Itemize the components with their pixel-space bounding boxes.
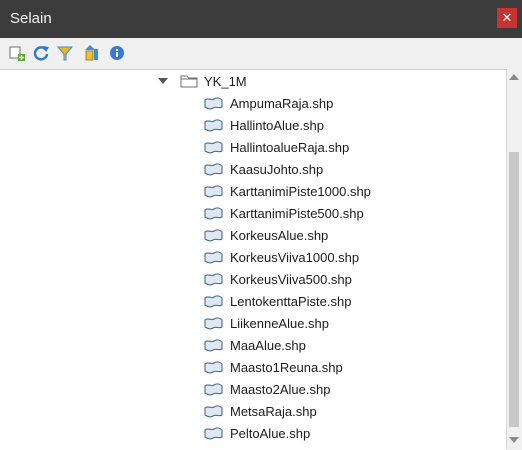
polygon-layer-icon (204, 273, 223, 286)
tree-item-file[interactable]: PeltoAlue.shp (202, 422, 310, 444)
refresh-icon (33, 46, 49, 61)
file-label: Maasto2Alue.shp (230, 381, 331, 397)
scrollbar-thumb[interactable] (509, 152, 519, 427)
scroll-up-icon[interactable] (509, 74, 519, 80)
file-label: KorkeusViiva500.shp (230, 271, 352, 287)
collapse-arrow-icon[interactable] (158, 78, 168, 84)
folder-label: YK_1M (204, 73, 247, 89)
tree-item-file[interactable]: KorkeusViiva500.shp (202, 268, 352, 290)
file-label: AmpumaRaja.shp (230, 95, 334, 111)
folder-icon (180, 75, 198, 88)
title-bar: Selain ✕ (0, 0, 522, 38)
polygon-layer-icon (204, 141, 223, 154)
properties-button[interactable] (108, 44, 126, 62)
tree-item-file[interactable]: KaasuJohto.shp (202, 158, 323, 180)
file-label: KaasuJohto.shp (230, 161, 324, 177)
polygon-layer-icon (204, 295, 223, 308)
tree-item-file[interactable]: KarttanimiPiste1000.shp (202, 180, 371, 202)
polygon-layer-icon (204, 229, 223, 242)
polygon-layer-icon (204, 405, 223, 418)
polygon-layer-icon (204, 361, 223, 374)
collapse-all-button[interactable] (83, 44, 101, 62)
info-icon (110, 46, 124, 60)
file-label: HallintoAlue.shp (230, 117, 324, 133)
file-label: Maasto1Reuna.shp (230, 359, 343, 375)
window-title: Selain (10, 10, 52, 27)
file-label: LiikenneAlue.shp (230, 315, 330, 331)
tree-item-folder[interactable]: YK_1M (180, 70, 247, 92)
tree-item-file[interactable]: Maasto2Alue.shp (202, 378, 330, 400)
polygon-layer-icon (204, 185, 223, 198)
tree-item-file[interactable]: MaaAlue.shp (202, 334, 306, 356)
polygon-layer-icon (204, 383, 223, 396)
file-label: KorkeusViiva1000.shp (230, 249, 360, 265)
file-label: HallintoalueRaja.shp (230, 139, 350, 155)
add-layer-icon (9, 46, 25, 61)
file-label: KarttanimiPiste1000.shp (230, 183, 371, 199)
tree-item-file[interactable]: HallintoAlue.shp (202, 114, 324, 136)
polygon-layer-icon (204, 317, 223, 330)
tree-item-file[interactable]: HallintoalueRaja.shp (202, 136, 349, 158)
file-label: PeltoAlue.shp (230, 425, 311, 441)
polygon-layer-icon (204, 339, 223, 352)
polygon-layer-icon (204, 97, 223, 110)
file-label: KarttanimiPiste500.shp (230, 205, 364, 221)
tree-item-file[interactable]: Maasto1Reuna.shp (202, 356, 343, 378)
file-label: LentokenttaPiste.shp (230, 293, 352, 309)
polygon-layer-icon (204, 251, 223, 264)
file-label: KorkeusAlue.shp (230, 227, 329, 243)
tree-item-file[interactable]: MetsaRaja.shp (202, 400, 317, 422)
polygon-layer-icon (204, 207, 223, 220)
close-button[interactable]: ✕ (497, 8, 517, 28)
collapse-all-icon (85, 45, 98, 61)
toolbar (0, 38, 522, 68)
filter-button[interactable] (56, 44, 74, 62)
polygon-layer-icon (204, 427, 223, 440)
scroll-down-icon[interactable] (509, 437, 519, 443)
polygon-layer-icon (204, 163, 223, 176)
file-label: MetsaRaja.shp (230, 403, 317, 419)
tree-item-file[interactable]: LentokenttaPiste.shp (202, 290, 351, 312)
file-label: MaaAlue.shp (230, 337, 306, 353)
add-layer-button[interactable] (8, 44, 26, 62)
refresh-button[interactable] (32, 44, 50, 62)
polygon-layer-icon (204, 119, 223, 132)
tree-item-file[interactable]: KorkeusAlue.shp (202, 224, 328, 246)
tree-item-file[interactable]: LiikenneAlue.shp (202, 312, 329, 334)
filter-icon (56, 46, 74, 61)
tree-item-file[interactable]: KarttanimiPiste500.shp (202, 202, 364, 224)
tree-item-file[interactable]: KorkeusViiva1000.shp (202, 246, 359, 268)
tree-item-file[interactable]: AmpumaRaja.shp (202, 92, 333, 114)
